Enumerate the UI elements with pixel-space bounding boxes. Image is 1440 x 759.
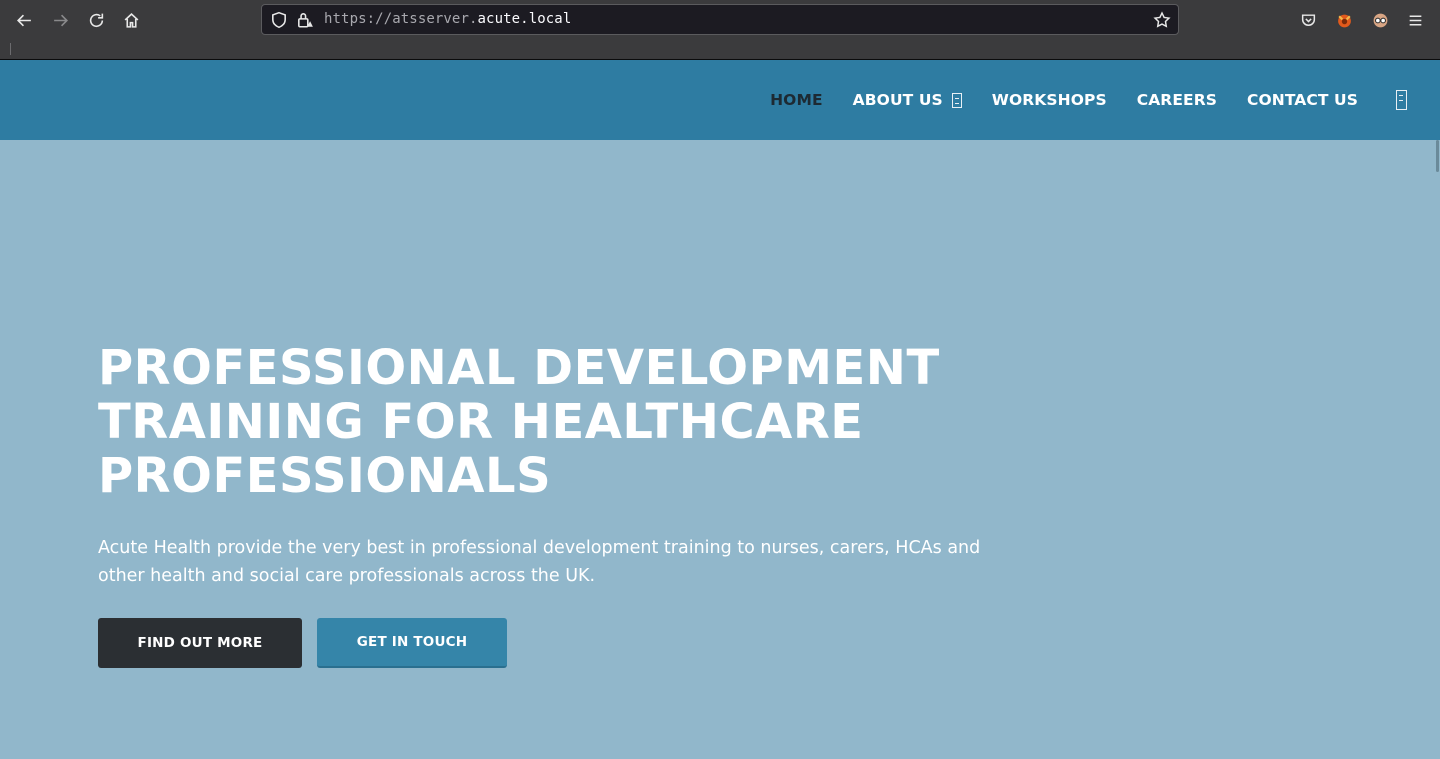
nav-workshops[interactable]: WORKSHOPS <box>992 91 1107 109</box>
bookmarks-bar <box>0 40 1440 60</box>
nav-about-label: ABOUT US <box>852 91 943 109</box>
arrow-left-icon <box>16 14 31 26</box>
pocket-icon <box>1301 13 1315 26</box>
hero-description-line-1: Acute Health provide the very best in pr… <box>98 538 981 558</box>
hero-description-line-2: other health and social care professiona… <box>98 566 596 586</box>
scrollbar-thumb[interactable] <box>1436 140 1439 172</box>
fox-extension-icon <box>1337 14 1351 27</box>
bookmark-star-icon[interactable] <box>1153 11 1171 29</box>
nav-contact[interactable]: CONTACT US <box>1247 91 1358 109</box>
site-header: HOME ABOUT US WORKSHOPS CAREERS CONTACT … <box>0 60 1440 140</box>
shield-icon[interactable] <box>270 11 288 29</box>
pocket-button[interactable] <box>1294 6 1322 34</box>
glasses-extension-icon <box>1373 13 1387 27</box>
hero-title-line-3: PROFESSIONALS <box>98 448 552 504</box>
get-in-touch-button[interactable]: GET IN TOUCH <box>317 618 507 668</box>
browser-toolbar: https://atsserver.acute.local <box>0 0 1440 40</box>
hamburger-menu-icon <box>1409 14 1421 26</box>
url-bar[interactable]: https://atsserver.acute.local <box>261 4 1179 35</box>
arrow-right-icon <box>53 14 68 26</box>
main-nav: HOME ABOUT US WORKSHOPS CAREERS CONTACT … <box>740 60 1407 140</box>
home-button[interactable] <box>117 6 145 34</box>
nav-home[interactable]: HOME <box>770 91 823 109</box>
dropdown-chevron-icon <box>951 92 962 108</box>
search-icon[interactable] <box>1396 90 1407 110</box>
hero-title-line-2: TRAINING FOR HEALTHCARE <box>98 394 864 450</box>
hero-section: PROFESSIONAL DEVELOPMENT TRAINING FOR HE… <box>0 140 1440 759</box>
hero-description: Acute Health provide the very best in pr… <box>98 534 998 590</box>
insecure-lock-icon[interactable] <box>296 11 314 29</box>
url-text[interactable]: https://atsserver.acute.local <box>324 11 571 27</box>
reload-icon <box>89 13 103 27</box>
reload-button[interactable] <box>82 6 110 34</box>
find-out-more-button[interactable]: FIND OUT MORE <box>98 618 302 668</box>
nav-about[interactable]: ABOUT US <box>853 91 962 109</box>
menu-button[interactable] <box>1401 6 1429 34</box>
bookmarks-separator <box>10 43 11 55</box>
hero-title-line-1: PROFESSIONAL DEVELOPMENT <box>98 340 940 396</box>
home-icon <box>124 12 138 28</box>
back-button[interactable] <box>10 6 38 34</box>
nav-careers[interactable]: CAREERS <box>1137 91 1217 109</box>
hero-title: PROFESSIONAL DEVELOPMENT TRAINING FOR HE… <box>98 341 998 503</box>
extension-button-2[interactable] <box>1366 6 1394 34</box>
extension-button[interactable] <box>1330 6 1358 34</box>
forward-button[interactable] <box>46 6 74 34</box>
